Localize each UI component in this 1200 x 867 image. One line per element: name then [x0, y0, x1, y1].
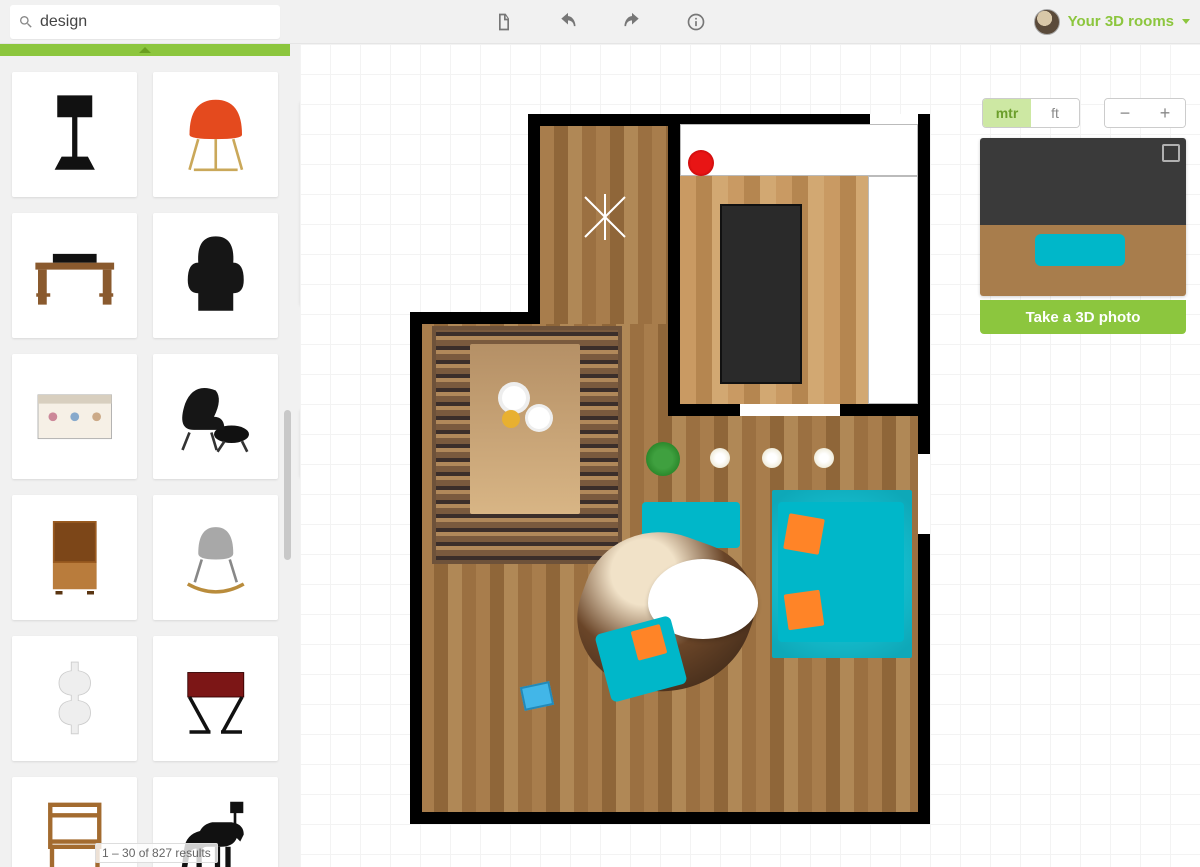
top-center-tools	[488, 6, 712, 38]
undo-icon	[558, 12, 578, 32]
zoom-controls: − +	[1104, 98, 1186, 128]
armchair-icon	[172, 232, 260, 320]
furniture-item-fold-table[interactable]	[153, 636, 278, 761]
kitchen-island	[720, 204, 802, 384]
lamp-icon	[31, 91, 119, 179]
vase-icon	[31, 655, 119, 743]
pagination-label: 1 – 30 of 827 results	[95, 843, 218, 863]
user-menu-label: Your 3D rooms	[1068, 13, 1174, 30]
chevron-down-icon	[1182, 19, 1190, 24]
unit-imperial[interactable]: ft	[1031, 99, 1079, 127]
redo-button[interactable]	[616, 6, 648, 38]
dining-table	[470, 344, 580, 514]
wall	[528, 114, 540, 324]
furniture-sidebar	[0, 56, 290, 867]
dresser-icon	[31, 373, 119, 461]
zoom-out-button[interactable]: −	[1105, 99, 1145, 127]
sofa	[778, 502, 904, 642]
new-document-button[interactable]	[488, 6, 520, 38]
chair-icon	[172, 91, 260, 179]
top-bar: Your 3D rooms	[0, 0, 1200, 44]
zoom-in-button[interactable]: +	[1145, 99, 1185, 127]
unit-metric[interactable]: mtr	[983, 99, 1031, 127]
floor-plan[interactable]	[410, 114, 930, 814]
wall	[410, 812, 930, 824]
pendant-light	[580, 192, 630, 242]
plate	[502, 410, 520, 428]
furniture-item-vase[interactable]	[12, 636, 137, 761]
furniture-item-cabinet[interactable]	[12, 495, 137, 620]
cushion	[631, 624, 668, 661]
cabinet-icon	[31, 514, 119, 602]
design-canvas[interactable]: mtr ft − + Take a 3D photo	[300, 44, 1200, 867]
furniture-item-lounge[interactable]	[153, 354, 278, 479]
redo-icon	[622, 12, 642, 32]
wall	[668, 114, 680, 414]
fullscreen-icon[interactable]	[1162, 144, 1180, 162]
floor-lamp	[814, 448, 834, 468]
search-box[interactable]	[10, 5, 280, 39]
desk-icon	[31, 232, 119, 320]
furniture-grid	[12, 72, 278, 867]
door-gap	[918, 454, 930, 534]
fold-table-icon	[172, 655, 260, 743]
floor-lamp	[710, 448, 730, 468]
sidebar-scrollbar[interactable]	[284, 410, 291, 560]
wall	[410, 312, 540, 324]
kitchen-counter-top	[680, 124, 918, 176]
info-button[interactable]	[680, 6, 712, 38]
furniture-item-armchair[interactable]	[153, 213, 278, 338]
chevron-up-icon	[139, 47, 151, 53]
search-icon	[18, 14, 34, 30]
furniture-item-lamp[interactable]	[12, 72, 137, 197]
cushion	[784, 590, 825, 631]
3d-preview[interactable]	[980, 138, 1186, 296]
door-gap	[740, 404, 840, 416]
unit-toggle: mtr ft	[982, 98, 1080, 128]
user-avatar	[1034, 9, 1060, 35]
kitchen-counter-right	[868, 176, 918, 404]
stool-red	[688, 150, 714, 176]
plate	[528, 407, 550, 429]
plate	[502, 386, 526, 410]
user-menu[interactable]: Your 3D rooms	[1034, 9, 1190, 35]
lounge-icon	[172, 373, 260, 461]
search-input[interactable]	[40, 13, 272, 31]
info-icon	[686, 12, 706, 32]
undo-button[interactable]	[552, 6, 584, 38]
furniture-item-dresser[interactable]	[12, 354, 137, 479]
furniture-item-eames-chair[interactable]	[153, 72, 278, 197]
rocker-icon	[172, 514, 260, 602]
plant	[646, 442, 680, 476]
furniture-item-rocker[interactable]	[153, 495, 278, 620]
wall	[410, 312, 422, 822]
take-3d-photo-button[interactable]: Take a 3D photo	[980, 300, 1186, 334]
cushion	[783, 513, 825, 555]
floor-lamp	[762, 448, 782, 468]
furniture-item-desk[interactable]	[12, 213, 137, 338]
new-document-icon	[494, 12, 514, 32]
sidebar-collapse[interactable]	[0, 44, 290, 56]
